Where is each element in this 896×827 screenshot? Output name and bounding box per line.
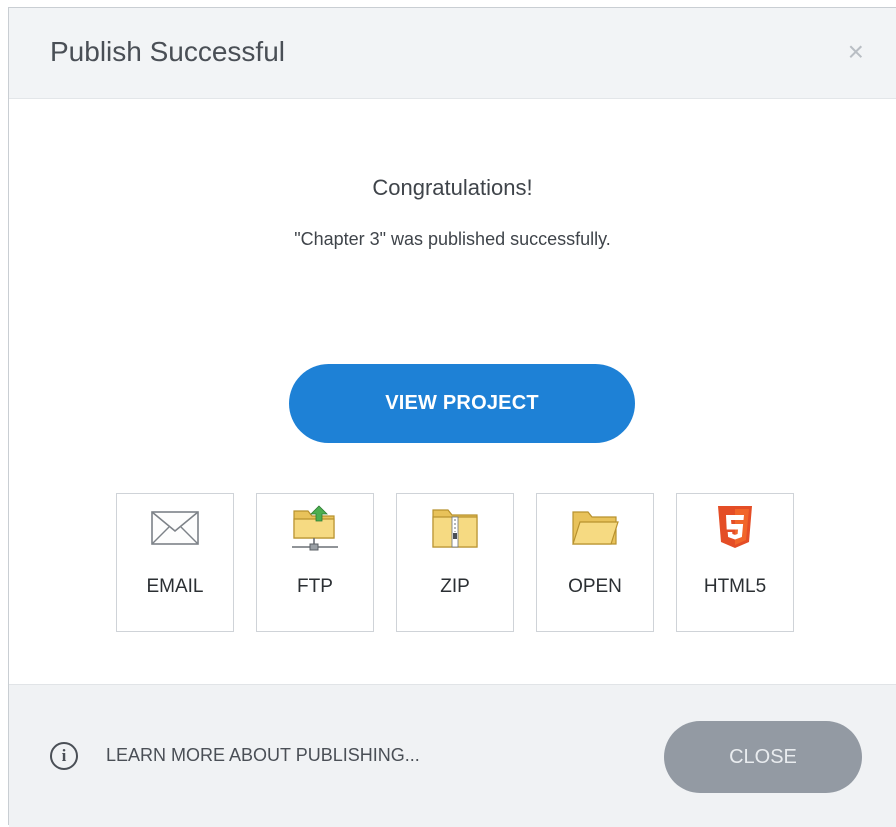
close-icon[interactable]: ×: [848, 38, 864, 66]
publish-message: "Chapter 3" was published successfully.: [294, 229, 611, 249]
html5-icon: [718, 506, 752, 548]
html5-label: HTML5: [703, 576, 767, 597]
dialog-footer: i LEARN MORE ABOUT PUBLISHING... CLOSE: [9, 684, 896, 827]
open-folder-icon: [572, 511, 619, 545]
open-option[interactable]: OPEN: [536, 493, 654, 632]
close-button[interactable]: CLOSE: [664, 721, 862, 793]
dialog-title: Publish Successful: [50, 36, 286, 67]
ftp-folder-icon: [292, 505, 338, 551]
dialog-header: Publish Successful ×: [9, 8, 896, 99]
ftp-option[interactable]: FTP: [256, 493, 374, 632]
zip-label: ZIP: [440, 576, 470, 597]
email-option[interactable]: EMAIL: [116, 493, 234, 632]
congrats-heading: Congratulations!: [372, 175, 533, 200]
info-icon: i: [50, 742, 78, 770]
ftp-label: FTP: [297, 576, 333, 597]
envelope-icon: [151, 511, 199, 545]
zip-option[interactable]: ZIP: [396, 493, 514, 632]
open-label: OPEN: [568, 576, 622, 597]
view-project-button[interactable]: VIEW PROJECT: [289, 364, 635, 443]
email-label: EMAIL: [146, 576, 204, 597]
publish-dialog: Publish Successful × Congratulations! "C…: [8, 7, 896, 827]
learn-more-link[interactable]: LEARN MORE ABOUT PUBLISHING...: [106, 745, 420, 766]
zip-folder-icon: [432, 509, 478, 548]
html5-option[interactable]: HTML5: [676, 493, 794, 632]
